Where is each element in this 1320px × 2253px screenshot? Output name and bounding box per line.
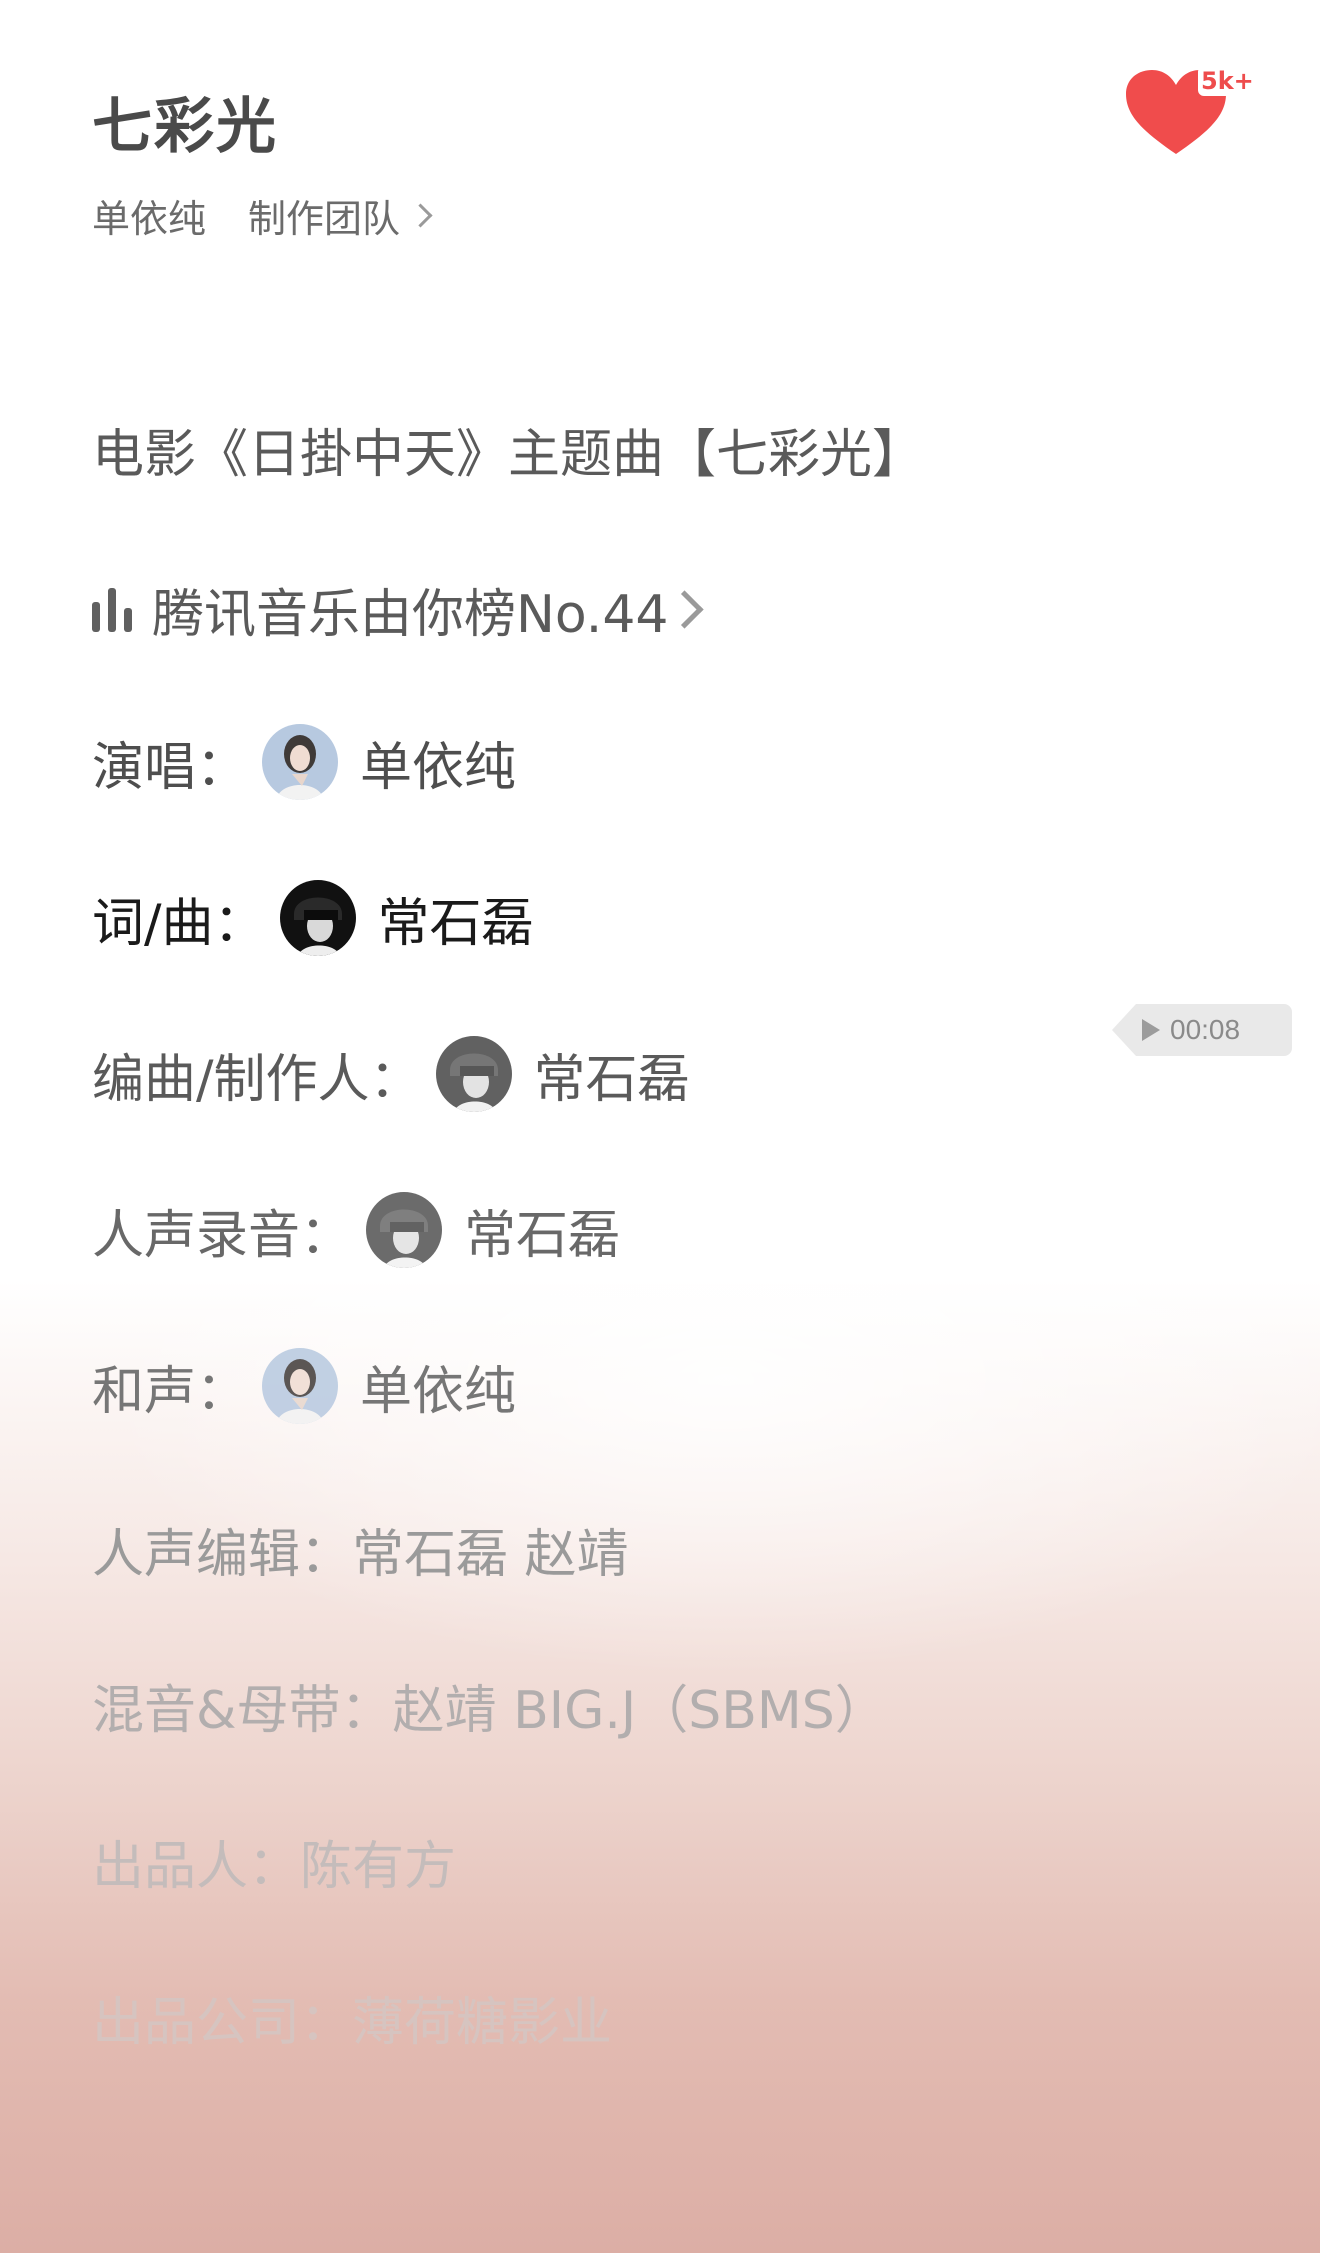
- credit-company: 出品公司：薄荷糖影业: [92, 1993, 613, 2053]
- credit-vocal-name[interactable]: 单依纯: [360, 725, 516, 800]
- credit-harmony-name[interactable]: 单依纯: [360, 1349, 516, 1424]
- play-preview-button[interactable]: 00:08: [1112, 1004, 1292, 1056]
- chevron-right-icon: [664, 590, 704, 629]
- credit-lyrics-music-name[interactable]: 常石磊: [378, 881, 534, 956]
- avatar[interactable]: [262, 1348, 339, 1424]
- chart-bars-icon: [92, 587, 132, 632]
- song-title: 七彩光: [92, 92, 278, 162]
- credit-mixing: 混音&母带：赵靖 BIG.J（SBMS）: [92, 1681, 887, 1741]
- production-team-label: 制作团队: [248, 197, 401, 241]
- production-team-link[interactable]: 制作团队: [248, 188, 433, 243]
- credit-harmony: 和声： 单依纯: [92, 1348, 516, 1424]
- play-pill-body: 00:08: [1136, 1004, 1292, 1056]
- credit-producer: 出品人：陈有方: [92, 1837, 457, 1897]
- credit-harmony-label: 和声：: [92, 1361, 249, 1422]
- chart-rank-link[interactable]: 腾讯音乐由你榜No.44: [92, 572, 704, 647]
- credit-arranger-label: 编曲/制作人：: [92, 1049, 422, 1110]
- play-time: 00:08: [1170, 1014, 1241, 1045]
- artist-link[interactable]: 单依纯: [92, 188, 206, 243]
- credit-vocal-recording-label: 人声录音：: [92, 1205, 353, 1266]
- credit-vocal-editing: 人声编辑：常石磊 赵靖: [92, 1525, 629, 1585]
- avatar[interactable]: [279, 880, 356, 956]
- chart-rank-label: 腾讯音乐由你榜No.44: [152, 585, 669, 645]
- artist-row: 单依纯 制作团队: [92, 188, 433, 243]
- play-icon: [1142, 1019, 1160, 1041]
- avatar[interactable]: [262, 724, 339, 800]
- avatar[interactable]: [366, 1192, 443, 1268]
- credit-vocal: 演唱： 单依纯: [92, 724, 516, 800]
- credit-vocal-label: 演唱：: [92, 737, 249, 798]
- play-pill-tip: [1112, 1004, 1136, 1056]
- credit-arranger-name[interactable]: 常石磊: [534, 1037, 690, 1112]
- credit-arranger: 编曲/制作人： 常石磊: [92, 1036, 690, 1112]
- favorite-count: 5k+: [1198, 66, 1257, 96]
- credit-vocal-recording: 人声录音： 常石磊: [92, 1192, 620, 1268]
- credit-lyrics-music-label: 词/曲：: [92, 893, 266, 954]
- credit-vocal-recording-name[interactable]: 常石磊: [464, 1193, 620, 1268]
- favorite-button[interactable]: 5k+: [1124, 64, 1257, 164]
- avatar[interactable]: [435, 1036, 512, 1112]
- credit-lyrics-music: 词/曲： 常石磊: [92, 880, 534, 956]
- chevron-right-icon: [408, 203, 433, 228]
- theme-song-line: 电影《日掛中天》主题曲【七彩光】: [92, 425, 925, 485]
